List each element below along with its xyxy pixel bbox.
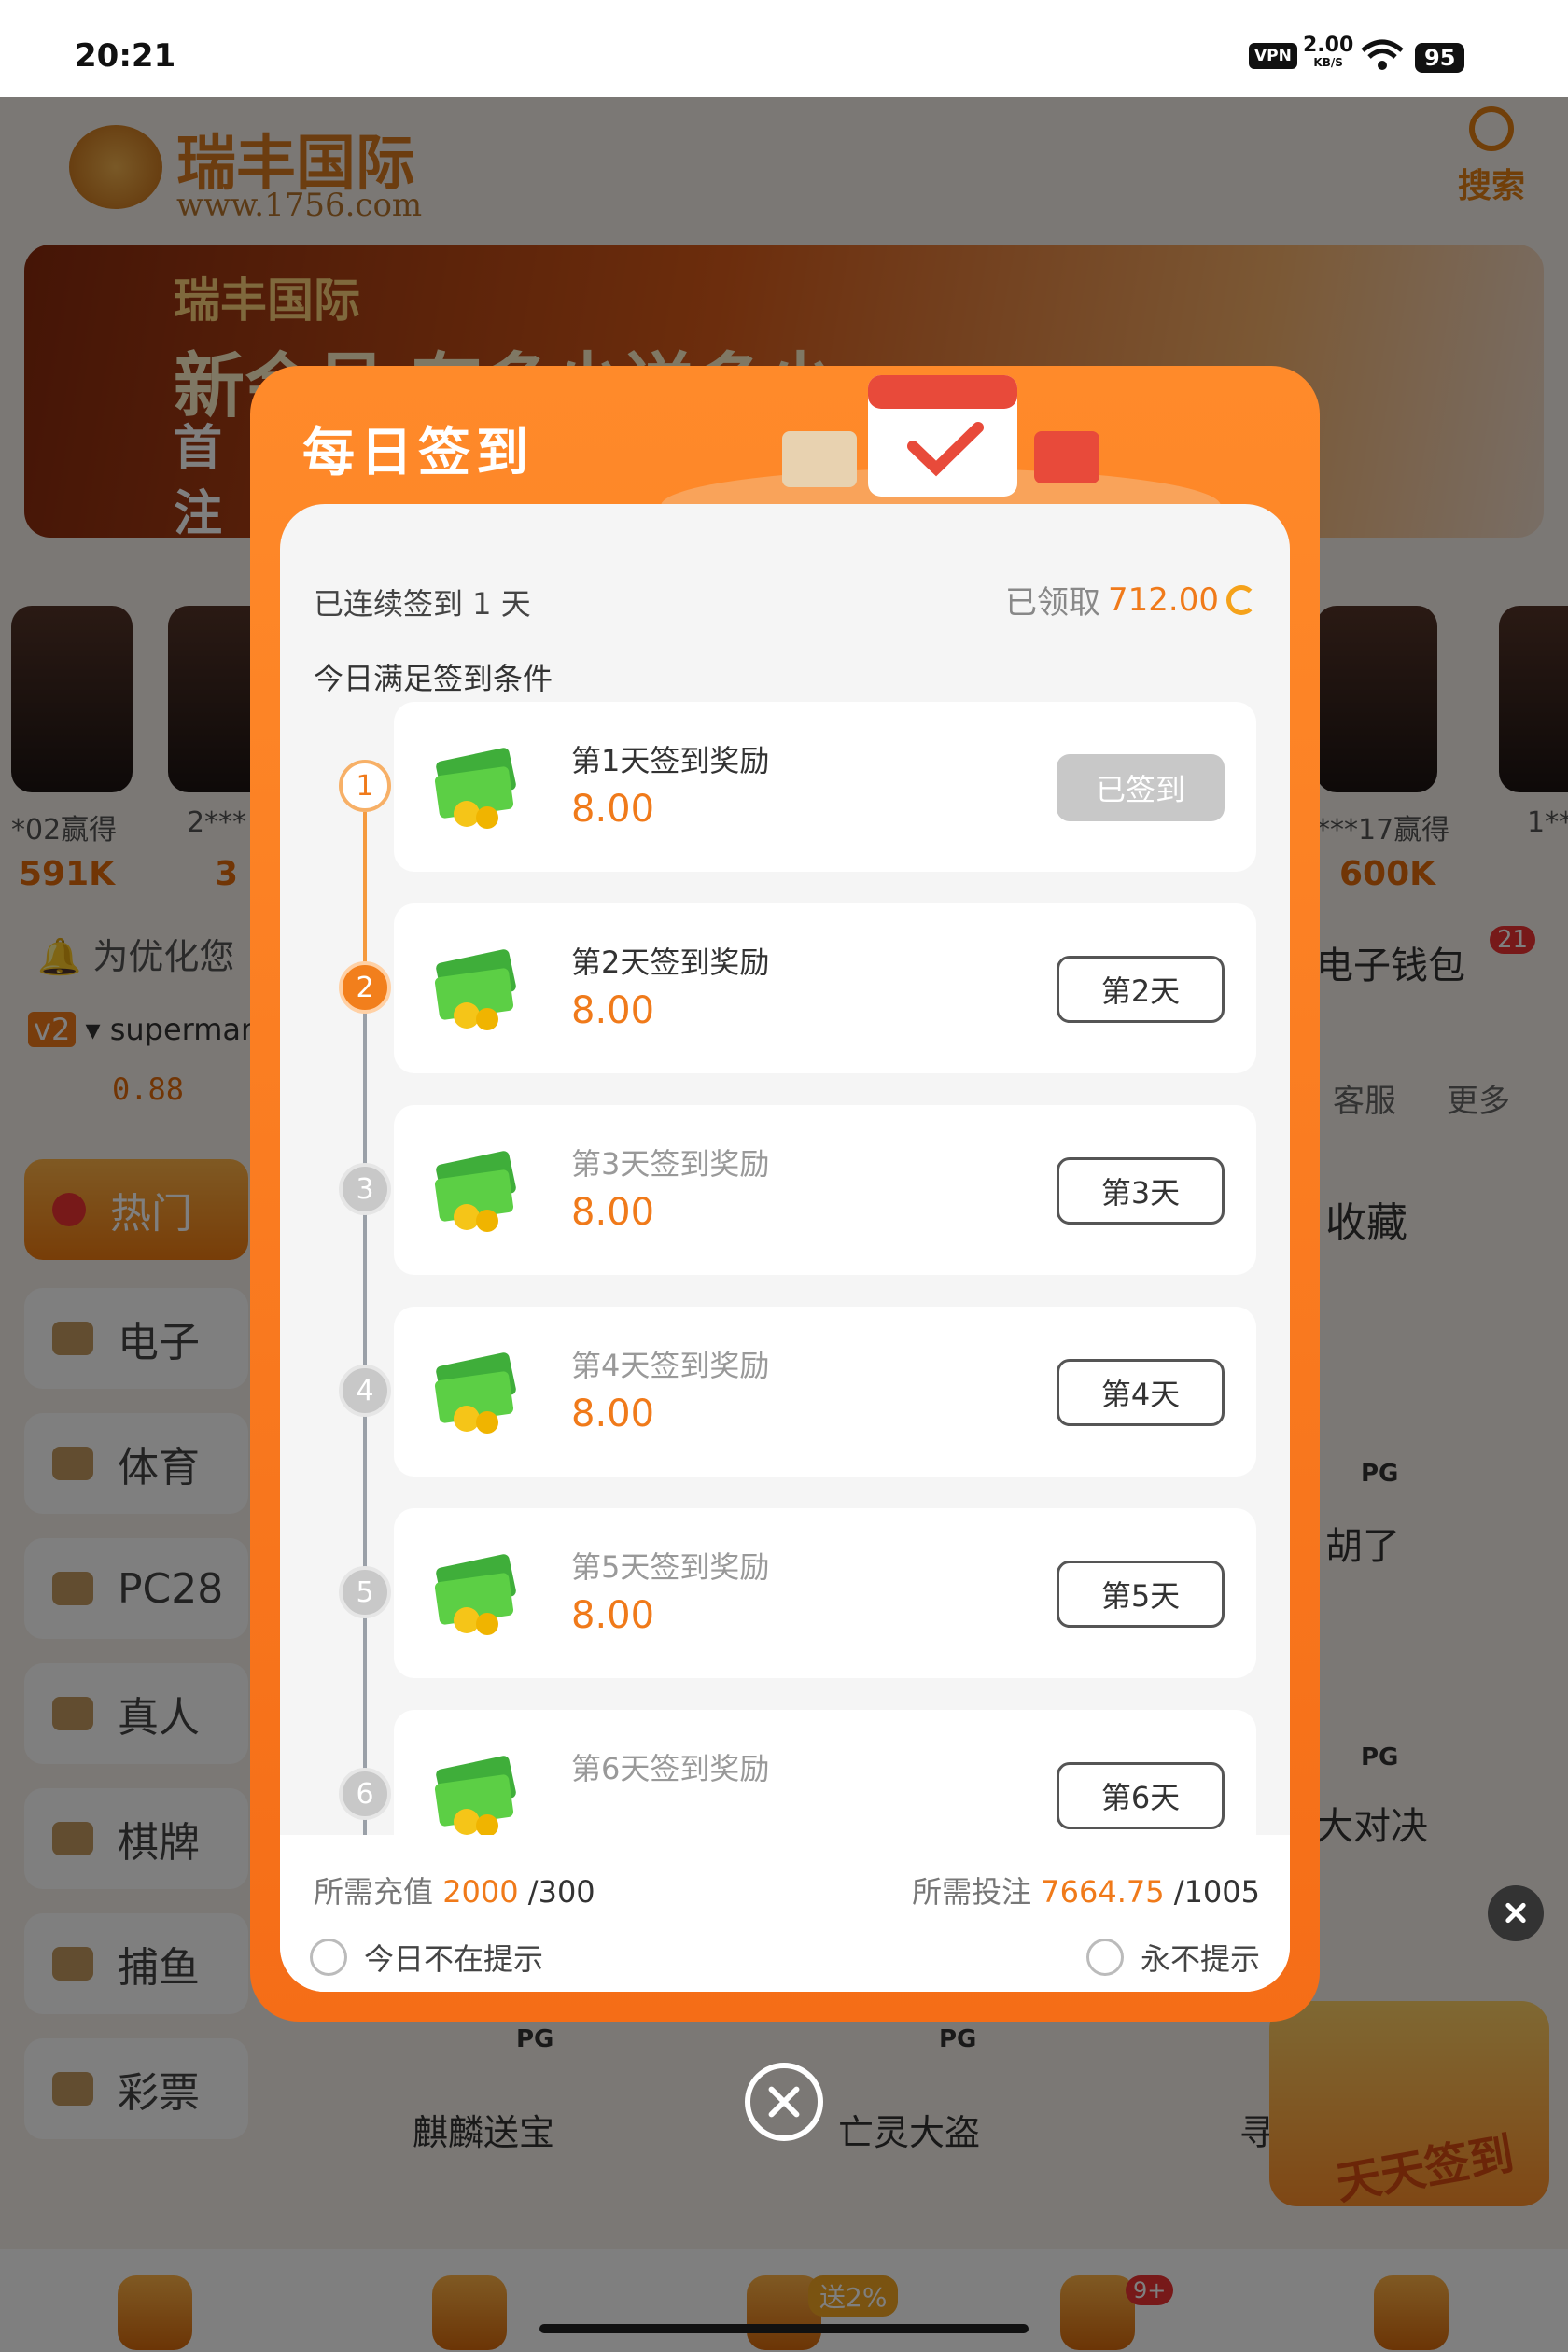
- status-bar: 20:21 VPN 2.00 KB/S 95: [0, 0, 1568, 97]
- step-marker: 3: [339, 1163, 391, 1215]
- modal-footer: 所需充值 2000 /300 所需投注 7664.75 /1005 今日不在提示…: [280, 1835, 1290, 1992]
- cash-icon: [434, 1756, 516, 1837]
- home-indicator[interactable]: [539, 2324, 1029, 2333]
- signed-button: 已签到: [1057, 754, 1225, 821]
- skip-today-radio[interactable]: [310, 1939, 347, 1976]
- reward-label: 第6天签到奖励: [571, 1751, 770, 1786]
- never-show-radio[interactable]: [1085, 1939, 1124, 1976]
- close-float-button[interactable]: [1488, 1885, 1544, 1941]
- never-show-option[interactable]: 永不提示: [1085, 1936, 1260, 1979]
- modal-title: 每日签到: [302, 423, 534, 483]
- cash-icon: [434, 1151, 516, 1232]
- reward-value: 8.00: [571, 788, 655, 831]
- reward-value: 8.00: [571, 989, 655, 1032]
- reward-value: 8.00: [571, 1191, 655, 1234]
- reward-label: 第1天签到奖励: [571, 743, 770, 778]
- reward-label: 第4天签到奖励: [571, 1348, 770, 1383]
- condition-text: 今日满足签到条件: [314, 661, 553, 696]
- reward-row: 第5天签到奖励 8.00 第5天: [394, 1508, 1256, 1678]
- reward-row: 第1天签到奖励 8.00 已签到: [394, 702, 1256, 872]
- skip-today-option[interactable]: 今日不在提示: [310, 1936, 543, 1979]
- day-2-button[interactable]: 第2天: [1057, 956, 1225, 1023]
- bet-requirement: 所需投注 7664.75 /1005: [912, 1874, 1260, 1910]
- battery-icon: 95: [1415, 43, 1465, 73]
- wifi-icon: [1361, 39, 1404, 70]
- cash-icon: [434, 1554, 516, 1635]
- day-3-button[interactable]: 第3天: [1057, 1157, 1225, 1225]
- reward-value: 8.00: [571, 1594, 655, 1637]
- daily-signin-modal: 每日签到 已连续签到 1 天 已领取 712.00 今日满足签到条件 1 第1天…: [250, 366, 1320, 2022]
- reward-row: 第3天签到奖励 8.00 第3天: [394, 1105, 1256, 1275]
- cash-icon: [434, 1352, 516, 1434]
- day-4-button[interactable]: 第4天: [1057, 1359, 1225, 1426]
- timeline-line: [363, 1014, 367, 1835]
- reward-label: 第5天签到奖励: [571, 1549, 770, 1585]
- step-marker: 2: [339, 961, 391, 1014]
- reward-value: 8.00: [571, 1393, 655, 1435]
- recharge-requirement: 所需充值 2000 /300: [314, 1874, 595, 1910]
- refresh-icon[interactable]: [1226, 584, 1256, 615]
- calendar-icon: [661, 375, 1221, 506]
- cash-icon: [434, 748, 516, 829]
- modal-body: 已连续签到 1 天 已领取 712.00 今日满足签到条件 1 第1天签到奖励 …: [280, 504, 1290, 1992]
- day-5-button[interactable]: 第5天: [1057, 1561, 1225, 1628]
- close-modal-button[interactable]: [745, 2063, 823, 2141]
- step-marker: 5: [339, 1566, 391, 1618]
- day-6-button[interactable]: 第6天: [1057, 1762, 1225, 1829]
- cash-icon: [434, 949, 516, 1030]
- reward-row: 第4天签到奖励 8.00 第4天: [394, 1307, 1256, 1477]
- reward-row: 第2天签到奖励 8.00 第2天: [394, 903, 1256, 1073]
- vpn-icon: VPN: [1249, 43, 1297, 69]
- clock: 20:21: [75, 37, 176, 75]
- step-marker: 4: [339, 1365, 391, 1417]
- step-marker: 6: [339, 1768, 391, 1820]
- step-marker: 1: [339, 760, 391, 812]
- reward-label: 第2天签到奖励: [571, 945, 770, 980]
- reward-label: 第3天签到奖励: [571, 1146, 770, 1182]
- streak-text: 已连续签到 1 天: [314, 586, 531, 622]
- claimed-total: 已领取 712.00: [1005, 577, 1256, 623]
- network-speed: 2.00 KB/S: [1303, 34, 1354, 70]
